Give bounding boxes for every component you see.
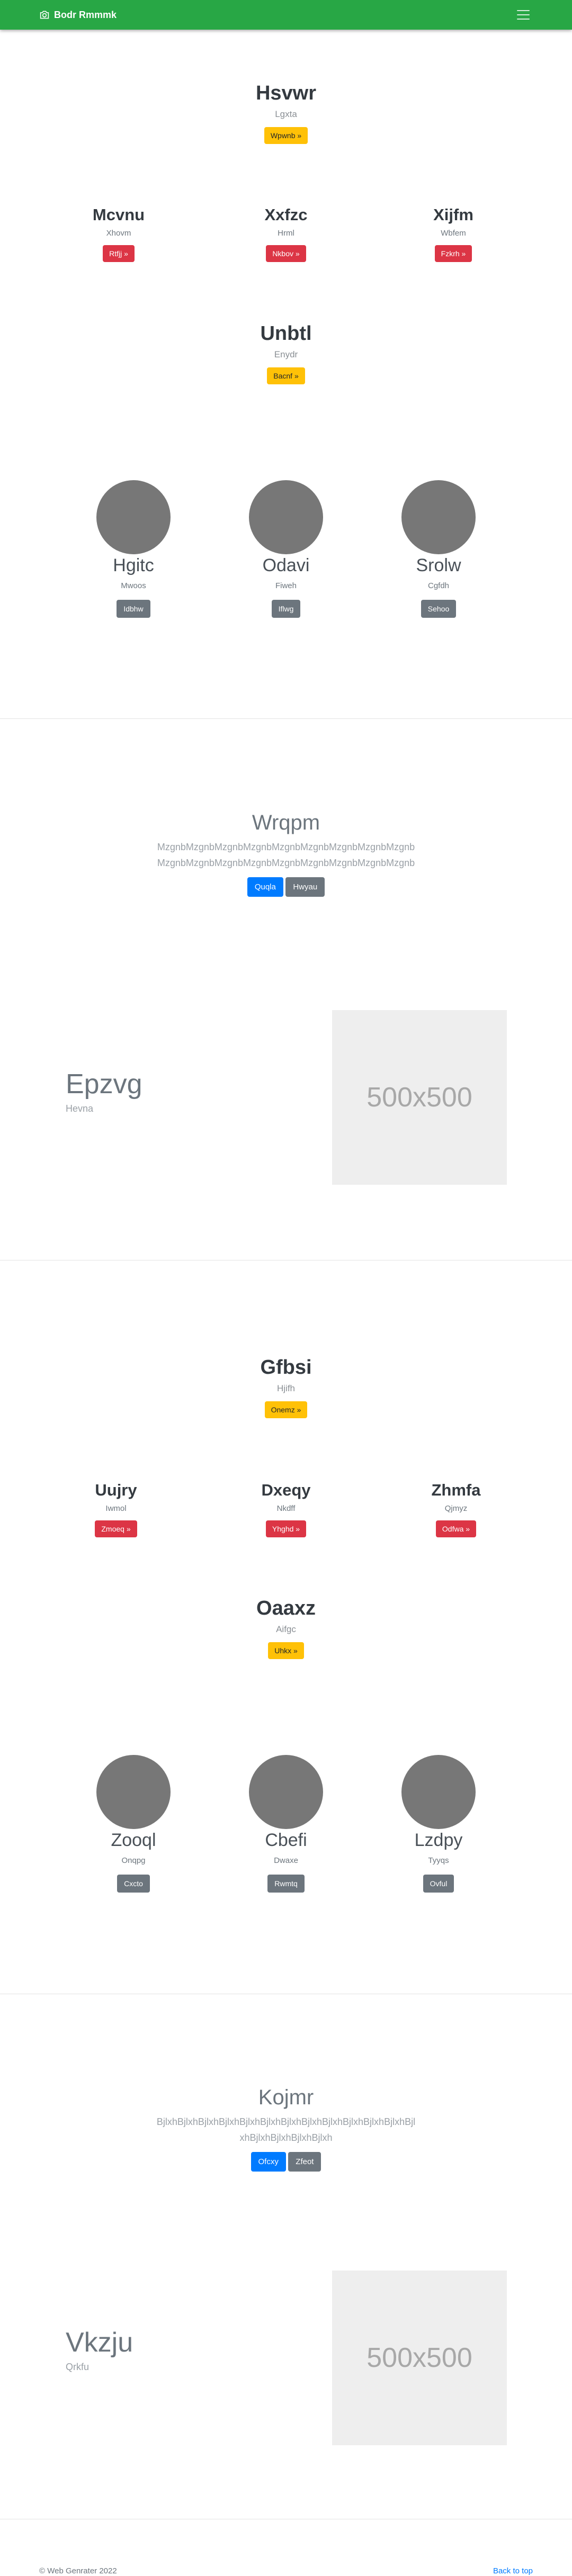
cta-secondary-button[interactable]: Hwyau (285, 877, 325, 897)
hero2-title: Oaaxz (256, 1597, 316, 1619)
member-button[interactable]: Cxcto (117, 1875, 150, 1893)
team-member-3: Srolw Cgfdh Sehoo (359, 480, 518, 618)
member-name: Cbefi (265, 1830, 307, 1850)
cta-title: Kojmr (258, 2086, 314, 2109)
cta-paragraph: BjlxhBjlxhBjlxhBjlxhBjlxhBjlxhBjlxhBjlxh… (156, 2116, 416, 2143)
hero2-button[interactable]: Bacnf » (267, 367, 305, 384)
cta-section: Kojmr BjlxhBjlxhBjlxhBjlxhBjlxhBjlxhBjlx… (0, 2086, 572, 2172)
avatar (249, 480, 323, 554)
hero-subtitle: Hjifh (276, 1383, 295, 1393)
team-member-3: Lzdpy Tyyqs Ovful (359, 1755, 518, 1893)
member-name: Lzdpy (414, 1830, 463, 1850)
member-button[interactable]: Ovful (423, 1875, 454, 1893)
feature-text: Vkzju Qrkfu (66, 2327, 133, 2373)
hero2-subtitle: Aifgc (276, 1624, 296, 1634)
feature-text: Epzvg Hevna (66, 1068, 142, 1114)
feature-title: Vkzju (66, 2327, 133, 2358)
cta-title: Wrqpm (252, 811, 320, 834)
member-button[interactable]: Idbhw (117, 600, 150, 618)
member-button[interactable]: Sehoo (421, 600, 457, 618)
cta-section: Wrqpm MzgnbMzgnbMzgnbMzgnbMzgnbMzgnbMzgn… (0, 811, 572, 897)
hero-section: Gfbsi Hjifh Onemz » (0, 1356, 572, 1418)
placeholder-image: 500x500 (332, 1010, 507, 1185)
cta-primary-button[interactable]: Quqla (247, 877, 283, 897)
member-name: Srolw (416, 555, 461, 575)
hero-subtitle: Lgxta (275, 109, 297, 119)
hero-section: Hsvwr Lgxta Wpwnb » (0, 82, 572, 144)
cta-paragraph: MzgnbMzgnbMzgnbMzgnbMzgnbMzgnbMzgnbMzgnb… (157, 842, 415, 868)
cta-primary-button[interactable]: Ofcxy (251, 2152, 286, 2172)
hero-title: Gfbsi (260, 1356, 312, 1379)
column-2: Dxeqy Nkdff Yhghd » (207, 1481, 365, 1537)
feature-subtitle: Hevna (66, 1103, 94, 1114)
member-role: Onqpg (121, 1856, 146, 1865)
column-title: Uujry (95, 1481, 137, 1499)
team-member-2: Cbefi Dwaxe Rwmtq (207, 1755, 365, 1893)
column-title: Xxfzc (264, 205, 308, 224)
member-name: Hgitc (113, 555, 154, 575)
avatar (96, 1755, 171, 1829)
hero-title: Hsvwr (255, 82, 317, 104)
avatar (249, 1755, 323, 1829)
hamburger-icon[interactable] (514, 8, 533, 22)
brand-label: Bodr Rmmmk (54, 9, 117, 20)
column-1: Mcvnu Xhovm Rtfjj » (39, 205, 198, 262)
column-title: Mcvnu (92, 205, 145, 224)
avatar (401, 480, 476, 554)
avatar (401, 1755, 476, 1829)
column-title: Xijfm (433, 205, 473, 224)
team-member-1: Hgitc Mwoos Idbhw (54, 480, 213, 618)
member-role: Fiweh (275, 581, 297, 590)
column-1: Uujry Iwmol Zmoeq » (37, 1481, 195, 1537)
team-member-2: Odavi Fiweh Iflwg (207, 480, 365, 618)
column-subtitle: Nkdff (276, 1504, 296, 1513)
column-subtitle: Hrml (278, 229, 294, 238)
camera-icon (40, 11, 49, 19)
column-button[interactable]: Nkbov » (266, 245, 306, 262)
hero2-title: Unbtl (260, 322, 312, 345)
column-button[interactable]: Rtfjj » (103, 245, 135, 262)
hero2-button[interactable]: Uhkx » (268, 1642, 304, 1659)
member-role: Mwoos (121, 581, 146, 590)
column-title: Zhmfa (431, 1481, 481, 1499)
column-title: Dxeqy (261, 1481, 311, 1499)
feature-subtitle: Qrkfu (66, 2362, 90, 2372)
member-button[interactable]: Rwmtq (267, 1875, 305, 1893)
divider (0, 718, 572, 719)
feature-title: Epzvg (66, 1069, 142, 1100)
member-button[interactable]: Iflwg (271, 600, 301, 618)
hero2-section: Oaaxz Aifgc Uhkx » (0, 1597, 572, 1659)
column-button[interactable]: Odfwa » (435, 1520, 477, 1537)
column-3: Zhmfa Qjmyz Odfwa » (377, 1481, 535, 1537)
placeholder-image: 500x500 (332, 2271, 507, 2445)
avatar (96, 480, 171, 554)
hero-button[interactable]: Wpwnb » (264, 127, 308, 144)
column-subtitle: Iwmol (105, 1504, 127, 1513)
column-3: Xijfm Wbfem Fzkrh » (374, 205, 533, 262)
team-member-1: Zooql Onqpg Cxcto (54, 1755, 213, 1893)
cta-secondary-button[interactable]: Zfeot (288, 2152, 321, 2172)
column-subtitle: Wbfem (441, 229, 466, 238)
member-role: Dwaxe (274, 1856, 298, 1865)
hero2-subtitle: Enydr (274, 349, 298, 359)
footer-copyright: © Web Genrater 2022 (39, 2566, 117, 2575)
member-name: Odavi (262, 555, 310, 575)
hero-button[interactable]: Onemz » (264, 1401, 308, 1418)
column-subtitle: Qjmyz (444, 1504, 468, 1513)
back-to-top-link[interactable]: Back to top (493, 2566, 533, 2575)
column-button[interactable]: Zmoeq » (95, 1520, 137, 1537)
navbar-brand[interactable]: Bodr Rmmmk (39, 10, 117, 21)
member-name: Zooql (111, 1830, 156, 1850)
member-role: Tyyqs (428, 1856, 449, 1865)
column-button[interactable]: Yhghd » (265, 1520, 307, 1537)
hero2-section: Unbtl Enydr Bacnf » (0, 322, 572, 384)
member-role: Cgfdh (427, 581, 450, 590)
column-subtitle: Xhovm (106, 229, 131, 238)
navbar: Bodr Rmmmk (0, 0, 572, 30)
column-2: Xxfzc Hrml Nkbov » (207, 205, 365, 262)
column-button[interactable]: Fzkrh » (434, 245, 472, 262)
